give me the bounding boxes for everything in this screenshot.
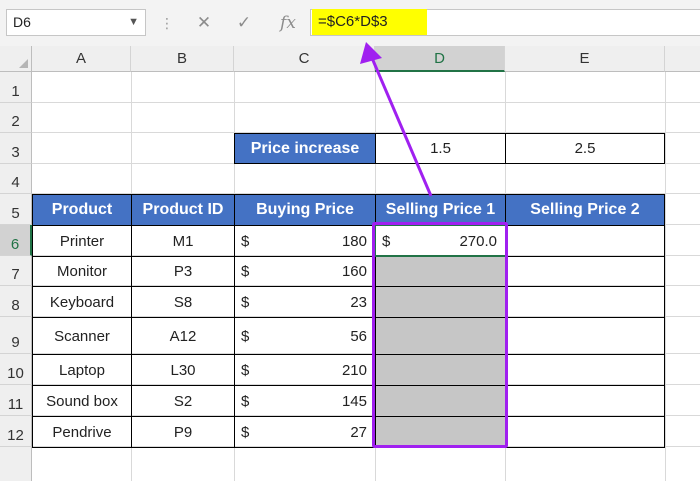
purple-arrow-head-icon <box>360 42 382 64</box>
active-cell-border <box>374 224 507 257</box>
annotation-overlay <box>360 42 508 448</box>
purple-arrow-line <box>370 57 433 197</box>
